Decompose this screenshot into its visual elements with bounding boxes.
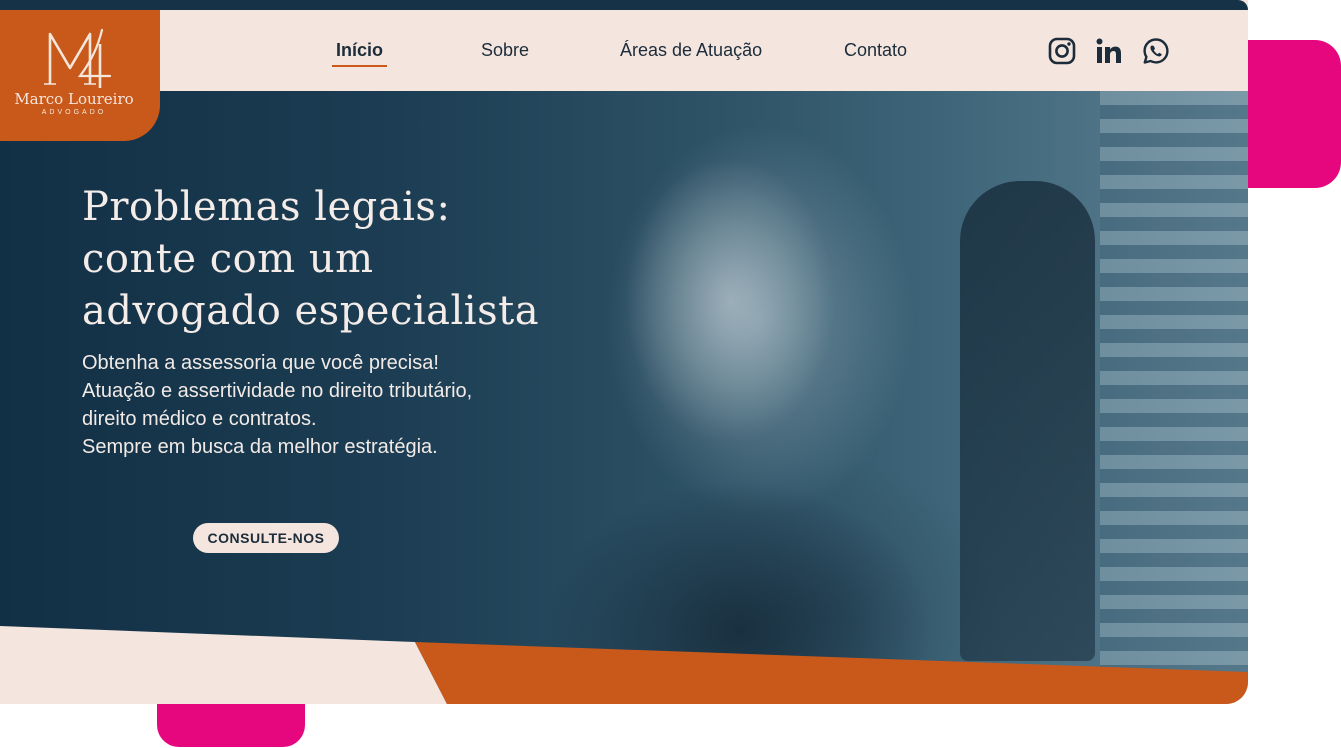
bottom-decorative-shapes [0, 626, 1248, 704]
consulte-nos-button[interactable]: CONSULTE-NOS [193, 523, 339, 553]
top-accent-bar [0, 0, 1248, 10]
nav-item-areas-de-atuacao[interactable]: Áreas de Atuação [620, 40, 762, 61]
hero-title-line: conte com um [82, 236, 374, 282]
instagram-icon[interactable] [1048, 37, 1076, 65]
nav-item-inicio[interactable]: Início [332, 40, 388, 67]
nav-item-sobre[interactable]: Sobre [481, 40, 529, 61]
hero-subtitle: Obtenha a assessoria que você precisa! A… [82, 349, 472, 461]
ml-monogram-icon [44, 28, 112, 88]
hero-subtitle-line: direito médico e contratos. [82, 408, 317, 430]
hero-reflection-silhouette [960, 181, 1095, 661]
hero-title-line: Problemas legais: [82, 184, 451, 230]
linkedin-icon[interactable] [1095, 37, 1123, 65]
nav-item-contato[interactable]: Contato [844, 40, 907, 61]
logo-badge[interactable]: Marco Loureiro ADVOGADO [0, 10, 160, 141]
hero-subtitle-line: Atuação e assertividade no direito tribu… [82, 380, 473, 402]
website-card: Início Sobre Áreas de Atuação Contato Pr… [0, 0, 1248, 704]
hero-title: Problemas legais: conte com um advogado … [82, 181, 539, 337]
whatsapp-icon[interactable] [1142, 37, 1170, 65]
hero-subtitle-line: Obtenha a assessoria que você precisa! [82, 352, 439, 374]
logo-name: Marco Loureiro [14, 90, 134, 108]
hero-subtitle-line: Sempre em busca da melhor estratégia. [82, 436, 438, 458]
hero-title-line: advogado especialista [82, 288, 540, 334]
navbar: Início Sobre Áreas de Atuação Contato [0, 10, 1248, 91]
logo-role: ADVOGADO [41, 109, 107, 116]
